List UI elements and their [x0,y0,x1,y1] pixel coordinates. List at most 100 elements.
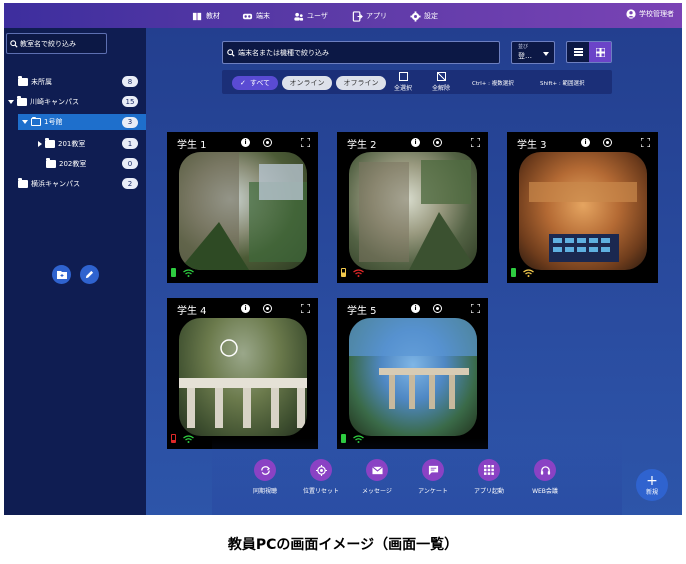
device-name: 学生 2 [347,140,377,151]
nav-item-materials[interactable]: 教材 [192,8,220,24]
device-card[interactable]: 学生 5 i [337,298,488,449]
tree-item-label: 川崎キャンパス [30,97,79,106]
filter-online-chip[interactable]: オンライン [282,76,332,90]
account-name: 学校管理者 [639,10,674,18]
screen-preview [349,318,477,436]
action-label: 同期視聴 [252,488,277,495]
tree-item-yokohama[interactable]: 横浜キャンパス 2 [18,176,146,191]
device-card[interactable]: 学生 2 i [337,132,488,283]
deselect-all-button[interactable]: 全解除 [432,72,450,92]
list-view-button[interactable] [567,42,589,62]
battery-icon [171,434,176,443]
sort-value: 登… [518,52,532,60]
expand-icon[interactable] [471,304,480,313]
action-label: メッセージ [362,488,392,495]
filter-all-chip[interactable]: ✓ すべて [232,76,278,90]
info-icon[interactable]: i [411,138,420,147]
book-icon [192,12,202,20]
account-menu[interactable]: 学校管理者 [626,9,674,19]
device-card[interactable]: 学生 3 i [507,132,658,283]
classroom-search-placeholder: 教室名で絞り込み [20,39,76,48]
battery-icon [511,268,516,277]
info-icon[interactable]: i [241,138,250,147]
view-toggle [566,41,612,63]
device-search-input[interactable]: 端末名または機種で絞り込み [222,41,500,64]
headset-icon [540,465,550,475]
recenter-icon[interactable] [263,138,272,147]
info-icon[interactable]: i [241,304,250,313]
nav-item-apps[interactable]: アプリ [352,8,387,24]
nav-item-label: アプリ [366,12,387,20]
chevron-right-icon[interactable] [38,140,42,147]
recenter-icon[interactable] [263,304,272,313]
vr-room-thumbnail [529,182,637,262]
recenter-icon[interactable] [433,304,442,313]
tree-item-room-201[interactable]: 201教室 1 [38,136,146,151]
app-icon [352,10,363,22]
expand-icon[interactable] [641,138,650,147]
tree-item-label: 横浜キャンパス [31,179,80,188]
device-count-badge: 8 [122,76,138,87]
figure-caption: 教員PCの画面イメージ（画面一覧） [227,537,459,553]
search-icon [227,48,235,57]
expand-icon[interactable] [471,138,480,147]
filter-all-label: すべて [249,79,271,87]
screen-preview [179,152,307,270]
info-icon[interactable]: i [581,138,590,147]
folder-icon [45,137,55,148]
expand-icon[interactable] [301,138,310,147]
add-folder-button[interactable] [52,265,71,284]
recenter-icon[interactable] [433,138,442,147]
filter-offline-chip[interactable]: オフライン [336,76,386,90]
mail-icon [371,465,383,474]
grid-icon [484,465,494,475]
deselect-all-icon [436,72,446,81]
message-button[interactable]: メッセージ [352,459,402,495]
nav-item-settings[interactable]: 設定 [410,8,438,24]
device-name: 学生 3 [517,140,547,151]
wifi-icon [183,269,194,277]
sort-dropdown[interactable]: 並び 登… [511,41,555,64]
new-button[interactable]: + 新規 [636,469,668,501]
classroom-search-input[interactable]: 教室名で絞り込み [6,33,107,54]
recenter-icon[interactable] [603,138,612,147]
action-label: アプリ起動 [473,488,504,495]
position-reset-button[interactable]: 位置リセット [296,459,346,495]
device-card[interactable]: 学生 1 i [167,132,318,283]
tree-item-unassigned[interactable]: 未所属 8 [18,74,146,89]
deselect-all-label: 全解除 [432,85,451,92]
survey-button[interactable]: アンケート [408,459,458,495]
tree-item-room-202[interactable]: 202教室 0 [46,156,146,171]
sort-label: 並び [518,44,529,50]
nav-item-users[interactable]: ユーザ [293,8,328,24]
edit-folder-button[interactable] [80,265,99,284]
list-icon [573,48,583,56]
gear-icon [410,10,421,22]
folder-icon [17,95,27,106]
sync-view-button[interactable]: 同期視聴 [240,459,290,495]
grid-view-button[interactable] [589,42,611,62]
web-meeting-button[interactable]: WEB会議 [520,459,570,495]
range-select-hint: Shift+ : 範囲選択 [540,81,585,87]
select-all-button[interactable]: 全選択 [394,72,412,92]
device-count-badge: 3 [122,116,138,128]
launch-app-button[interactable]: アプリ起動 [464,459,514,495]
chevron-down-icon[interactable] [8,99,14,104]
info-icon[interactable]: i [411,304,420,313]
new-button-label: 新規 [645,488,658,496]
check-icon: ✓ [239,79,246,87]
battery-icon [341,268,346,277]
chevron-down-icon[interactable] [22,120,28,124]
search-icon [10,39,18,48]
action-label: 位置リセット [302,488,339,495]
tree-item-label: 202教室 [59,159,87,168]
main-panel: 端末名または機種で絞り込み 並び 登… ✓ すべて オンライン オフライン 全選… [146,28,682,515]
tree-item-building-1[interactable]: 1号館 3 [18,114,146,130]
expand-icon[interactable] [301,304,310,313]
device-card[interactable]: 学生 4 i [167,298,318,449]
tree-item-kawasaki[interactable]: 川崎キャンパス 15 [8,94,146,109]
filter-online-label: オンライン [289,79,325,87]
device-count-badge: 15 [122,96,138,107]
tree-item-label: 201教室 [58,139,86,148]
nav-item-devices[interactable]: 端末 [242,8,270,24]
